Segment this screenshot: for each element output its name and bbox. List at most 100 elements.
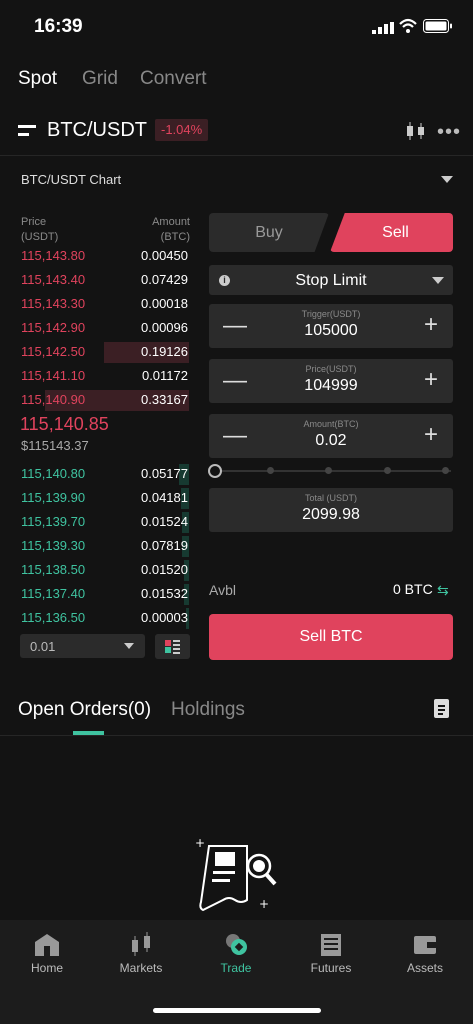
total-field[interactable]: Total (USDT) 2099.98 [209, 488, 453, 532]
order-price: 115,140.80 [21, 466, 86, 481]
order-price: 115,136.50 [21, 610, 86, 625]
home-indicator[interactable] [153, 1008, 321, 1013]
bid-row[interactable]: 115,139.90 0.04181 [0, 487, 200, 509]
order-price: 115,139.30 [21, 538, 86, 553]
nav-futures[interactable]: Futures [284, 932, 378, 975]
slider-step-50[interactable] [325, 467, 332, 474]
available-balance: 0 BTC [393, 581, 433, 597]
bid-row[interactable]: 115,136.50 0.00003 [0, 607, 200, 629]
order-price: 115,141.10 [21, 368, 86, 383]
amount-increment-button[interactable]: + [424, 423, 438, 447]
ask-row[interactable]: 115,140.90 0.33167 [0, 389, 200, 411]
ask-row[interactable]: 115,141.10 0.01172 [0, 365, 200, 387]
status-time: 16:39 [34, 16, 83, 37]
nav-assets[interactable]: Assets [378, 932, 472, 975]
slider-step-25[interactable] [267, 467, 274, 474]
futures-icon [321, 934, 341, 956]
nav-trade[interactable]: Trade [189, 932, 283, 975]
chevron-down-icon[interactable] [441, 176, 453, 183]
tab-convert[interactable]: Convert [140, 68, 207, 90]
order-amount: 0.33167 [141, 392, 188, 407]
total-value[interactable]: 2099.98 [209, 506, 453, 524]
order-amount: 0.19126 [141, 344, 188, 359]
order-amount: 0.07429 [141, 272, 188, 287]
price-increment-button[interactable]: + [424, 368, 438, 392]
bid-row[interactable]: 115,138.50 0.01520 [0, 559, 200, 581]
nav-trade-label: Trade [220, 961, 252, 975]
order-price: 115,143.80 [21, 248, 86, 263]
order-amount: 0.04181 [141, 490, 188, 505]
sell-btc-label: Sell BTC [299, 628, 363, 645]
cellular-signal-icon [372, 22, 394, 34]
svg-text:+: + [259, 897, 269, 911]
ask-row[interactable]: 115,142.50 0.19126 [0, 341, 200, 363]
amount-value[interactable]: 0.02 [209, 432, 453, 450]
order-price: 115,139.70 [21, 514, 86, 529]
sell-tab-button[interactable]: Sell [330, 213, 453, 252]
order-amount: 0.00096 [141, 320, 188, 335]
order-price: 115,139.90 [21, 490, 86, 505]
order-type-value: Stop Limit [295, 272, 367, 289]
slider-step-100[interactable] [442, 467, 449, 474]
bid-row[interactable]: 115,137.40 0.01532 [0, 583, 200, 605]
orderbook-amount-header: Amount (BTC) [152, 216, 190, 243]
amount-field[interactable]: — Amount(BTC) 0.02 + [209, 414, 453, 458]
tab-grid[interactable]: Grid [82, 68, 118, 90]
order-amount: 0.01524 [141, 514, 188, 529]
more-options-icon[interactable]: ••• [437, 121, 461, 144]
nav-assets-label: Assets [406, 961, 443, 975]
order-price: 115,143.40 [21, 272, 86, 287]
pair-menu-icon[interactable] [18, 124, 38, 138]
bid-row[interactable]: 115,139.30 0.07819 [0, 535, 200, 557]
nav-markets[interactable]: Markets [94, 932, 188, 975]
pair-change-badge: -1.04% [155, 119, 209, 141]
order-price: 115,140.90 [21, 392, 86, 407]
transfer-icon[interactable]: ⇆ [437, 582, 449, 599]
ask-row[interactable]: 115,142.90 0.00096 [0, 317, 200, 339]
limit-price-field[interactable]: — Price(USDT) 104999 + [209, 359, 453, 403]
pair-name[interactable]: BTC/USDT [47, 119, 147, 142]
trigger-label: Trigger(USDT) [301, 309, 361, 319]
trigger-increment-button[interactable]: + [424, 313, 438, 337]
markets-icon [132, 932, 150, 956]
amount-slider-handle[interactable] [208, 464, 222, 478]
svg-text:+: + [195, 838, 205, 850]
buy-tab-button[interactable]: Buy [209, 213, 329, 252]
slider-step-75[interactable] [384, 467, 391, 474]
order-history-icon[interactable] [434, 699, 449, 718]
nav-futures-label: Futures [310, 961, 352, 975]
sell-btc-button[interactable]: Sell BTC [209, 614, 453, 660]
wifi-icon [399, 18, 417, 33]
bid-row[interactable]: 115,139.70 0.01524 [0, 511, 200, 533]
chart-toggle-label[interactable]: BTC/USDT Chart [21, 172, 121, 187]
divider [0, 155, 473, 156]
ask-row[interactable]: 115,143.80 0.00450 [0, 245, 200, 267]
order-price: 115,142.50 [21, 344, 86, 359]
battery-icon [423, 19, 452, 33]
nav-home[interactable]: Home [0, 932, 94, 975]
trigger-value[interactable]: 105000 [209, 322, 453, 340]
depth-precision-select[interactable]: 0.01 [20, 634, 145, 658]
tab-spot[interactable]: Spot [18, 68, 57, 90]
orderbook-price-header: Price (USDT) [21, 216, 59, 243]
ask-row[interactable]: 115,143.40 0.07429 [0, 269, 200, 291]
available-label: Avbl [209, 582, 236, 598]
tab-holdings[interactable]: Holdings [171, 699, 245, 721]
orderbook-layout-icon[interactable] [155, 634, 190, 659]
order-amount: 0.01520 [141, 562, 188, 577]
candlestick-chart-icon[interactable] [405, 122, 427, 140]
trade-icon [226, 934, 247, 955]
order-type-select[interactable]: i Stop Limit [209, 265, 453, 295]
caret-down-icon [124, 643, 134, 649]
tab-open-orders[interactable]: Open Orders(0) [18, 699, 151, 721]
order-amount: 0.01172 [141, 368, 188, 383]
price-value[interactable]: 104999 [209, 377, 453, 395]
buy-label: Buy [255, 224, 283, 241]
order-amount: 0.00018 [141, 296, 188, 311]
ask-row[interactable]: 115,143.30 0.00018 [0, 293, 200, 315]
trigger-price-field[interactable]: — Trigger(USDT) 105000 + [209, 304, 453, 348]
bid-row[interactable]: 115,140.80 0.05177 [0, 463, 200, 485]
home-icon [35, 934, 59, 956]
amount-slider-track[interactable] [215, 470, 451, 472]
order-amount: 0.00450 [141, 248, 188, 263]
